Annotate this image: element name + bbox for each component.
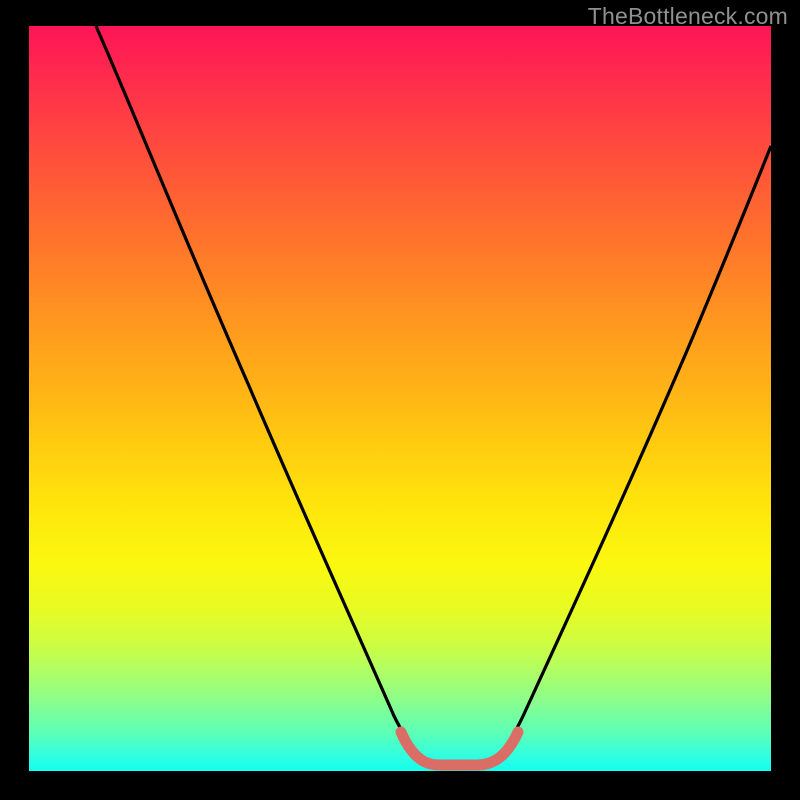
curve-layer: [29, 26, 771, 771]
bottleneck-curve: [96, 26, 771, 764]
plot-area: [29, 26, 771, 771]
watermark-text: TheBottleneck.com: [588, 3, 788, 30]
highlight-segment: [401, 732, 518, 765]
chart-container: TheBottleneck.com: [0, 0, 800, 800]
